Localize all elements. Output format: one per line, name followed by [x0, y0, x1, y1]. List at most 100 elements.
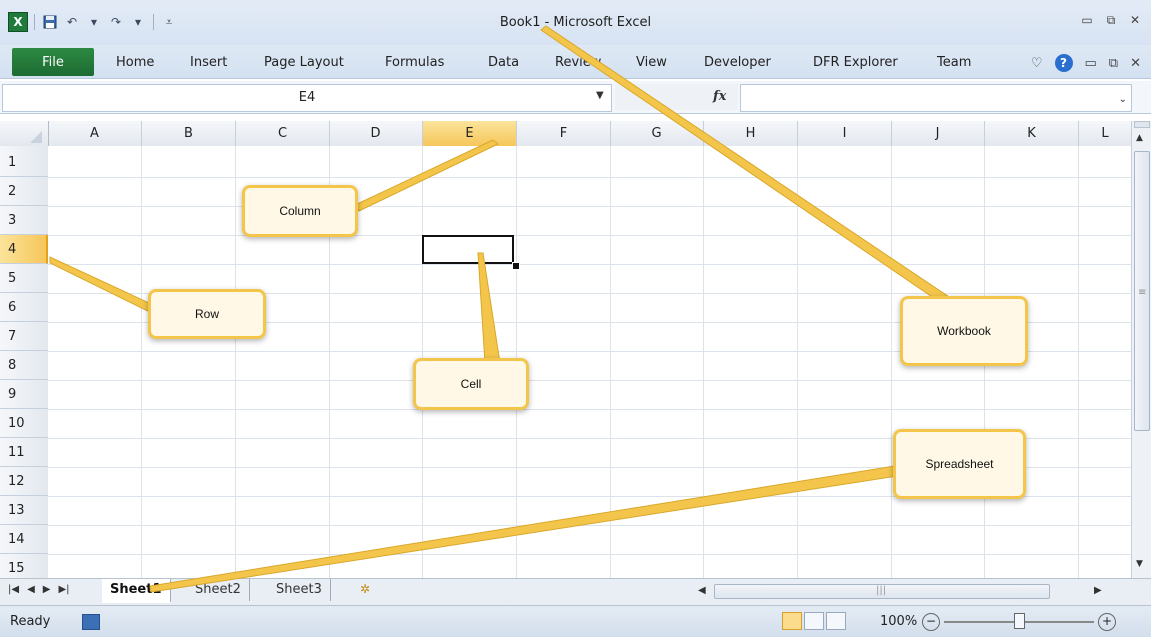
restore-icon[interactable]: ⧉ [1103, 13, 1119, 28]
excel-window: X ↶ ▾ ↷ ▾ ⩡ Book1 - Microsoft Excel ▭ ⧉ … [0, 0, 1151, 637]
tab-team[interactable]: Team [937, 55, 971, 70]
grid-line [48, 206, 1131, 207]
window-controls: ▭ ⧉ ✕ [1079, 13, 1143, 28]
page-break-view-icon[interactable] [826, 612, 846, 630]
row-header-7[interactable]: 7 [0, 322, 48, 351]
row-header-12[interactable]: 12 [0, 467, 48, 496]
column-header-a[interactable]: A [48, 121, 142, 146]
sheet-tab-1[interactable]: Sheet1 [102, 579, 171, 603]
close-icon[interactable]: ✕ [1127, 13, 1143, 28]
column-header-c[interactable]: C [236, 121, 330, 146]
row-header-4[interactable]: 4 [0, 235, 48, 264]
row-header-8[interactable]: 8 [0, 351, 48, 380]
tab-developer[interactable]: Developer [704, 55, 771, 70]
tab-dfr-explorer[interactable]: DFR Explorer [813, 55, 898, 70]
page-layout-view-icon[interactable] [804, 612, 824, 630]
zoom-slider-thumb[interactable] [1013, 613, 1025, 629]
grid-line [797, 146, 798, 578]
workbook-restore-icon[interactable]: ⧉ [1109, 56, 1118, 71]
row-header-9[interactable]: 9 [0, 380, 48, 409]
column-header-j[interactable]: J [891, 121, 985, 146]
ribbon-collapse-icon[interactable]: ♡ [1031, 56, 1043, 71]
vertical-scroll-thumb[interactable]: ≡ [1134, 151, 1150, 431]
grip-icon: ≡ [1138, 287, 1147, 298]
tab-data[interactable]: Data [488, 55, 519, 70]
scroll-up-icon[interactable]: ▲ [1136, 133, 1143, 143]
column-header-k[interactable]: K [985, 121, 1079, 146]
prev-sheet-icon[interactable]: ◀ [27, 584, 35, 595]
column-header-e[interactable]: E [423, 121, 517, 148]
row-headers: 1 2 3 4 5 6 7 8 9 10 11 12 13 14 15 [0, 146, 49, 583]
sheet-tab-2[interactable]: Sheet2 [187, 579, 250, 601]
column-header-i[interactable]: I [798, 121, 892, 146]
grid-line [48, 554, 1131, 555]
row-header-10[interactable]: 10 [0, 409, 48, 438]
column-header-f[interactable]: F [517, 121, 611, 146]
tab-file[interactable]: File [12, 48, 94, 76]
row-header-5[interactable]: 5 [0, 264, 48, 293]
row-header-1[interactable]: 1 [0, 148, 48, 177]
callout-row: Row [148, 289, 266, 339]
grid-line [141, 146, 142, 578]
row-header-11[interactable]: 11 [0, 438, 48, 467]
grid-line [703, 146, 704, 578]
sheet-tab-3[interactable]: Sheet3 [268, 579, 331, 601]
vertical-scrollbar[interactable]: ▲ ≡ ▼ [1131, 121, 1151, 578]
name-box-dropdown-icon[interactable]: ▼ [596, 90, 604, 101]
zoom-level[interactable]: 100% [880, 614, 917, 629]
first-sheet-icon[interactable]: |◀ [8, 584, 19, 595]
scroll-down-icon[interactable]: ▼ [1136, 559, 1143, 569]
formula-bar: E4 ▼ fx ⌄ [0, 81, 1151, 114]
tab-insert[interactable]: Insert [190, 55, 227, 70]
tab-view[interactable]: View [636, 55, 667, 70]
grid-line [610, 146, 611, 578]
horizontal-scrollbar[interactable]: ◀ ||| ▶ [686, 583, 1126, 600]
status-text: Ready [10, 614, 51, 629]
callout-workbook: Workbook [900, 296, 1028, 366]
grid-line [48, 235, 1131, 236]
grid-line [48, 177, 1131, 178]
expand-formula-bar-icon[interactable]: ⌄ [1119, 94, 1127, 105]
column-header-b[interactable]: B [142, 121, 236, 146]
window-title: Book1 - Microsoft Excel [499, 15, 652, 30]
scroll-left-icon[interactable]: ◀ [698, 585, 706, 596]
row-header-14[interactable]: 14 [0, 525, 48, 554]
last-sheet-icon[interactable]: ▶| [58, 584, 69, 595]
minimize-icon[interactable]: ▭ [1079, 13, 1095, 28]
help-icon[interactable]: ? [1054, 54, 1073, 72]
next-sheet-icon[interactable]: ▶ [43, 584, 51, 595]
scroll-right-icon[interactable]: ▶ [1094, 585, 1102, 596]
insert-sheet-icon[interactable]: ✲ [360, 582, 370, 596]
fill-handle[interactable] [512, 262, 520, 270]
grid-line [891, 146, 892, 578]
workbook-close-icon[interactable]: ✕ [1130, 56, 1141, 71]
selected-cell-e4[interactable] [422, 235, 514, 264]
row-header-2[interactable]: 2 [0, 177, 48, 206]
callout-column: Column [242, 185, 358, 237]
split-box[interactable] [1134, 121, 1150, 128]
tab-home[interactable]: Home [116, 55, 154, 70]
normal-view-icon[interactable] [782, 612, 802, 630]
column-header-h[interactable]: H [704, 121, 798, 146]
status-bar: Ready 100% − + [0, 605, 1151, 637]
column-header-d[interactable]: D [329, 121, 423, 146]
column-header-g[interactable]: G [610, 121, 704, 146]
tab-review[interactable]: Review [555, 55, 601, 70]
select-all-corner[interactable] [0, 121, 49, 146]
tab-formulas[interactable]: Formulas [385, 55, 444, 70]
view-buttons [782, 612, 846, 630]
name-box[interactable]: E4 ▼ [2, 84, 612, 112]
tab-page-layout[interactable]: Page Layout [264, 55, 344, 70]
row-header-13[interactable]: 13 [0, 496, 48, 525]
row-header-6[interactable]: 6 [0, 293, 48, 322]
grid-line [48, 380, 1131, 381]
name-box-value: E4 [298, 90, 316, 105]
column-header-l[interactable]: L [1079, 121, 1131, 146]
zoom-out-icon[interactable]: − [922, 613, 940, 631]
insert-function-icon[interactable]: fx [713, 89, 726, 104]
row-header-3[interactable]: 3 [0, 206, 48, 235]
formula-input[interactable]: ⌄ [740, 84, 1132, 112]
zoom-in-icon[interactable]: + [1098, 613, 1116, 631]
macro-record-icon[interactable] [82, 614, 100, 630]
workbook-minimize-icon[interactable]: ▭ [1085, 56, 1097, 71]
